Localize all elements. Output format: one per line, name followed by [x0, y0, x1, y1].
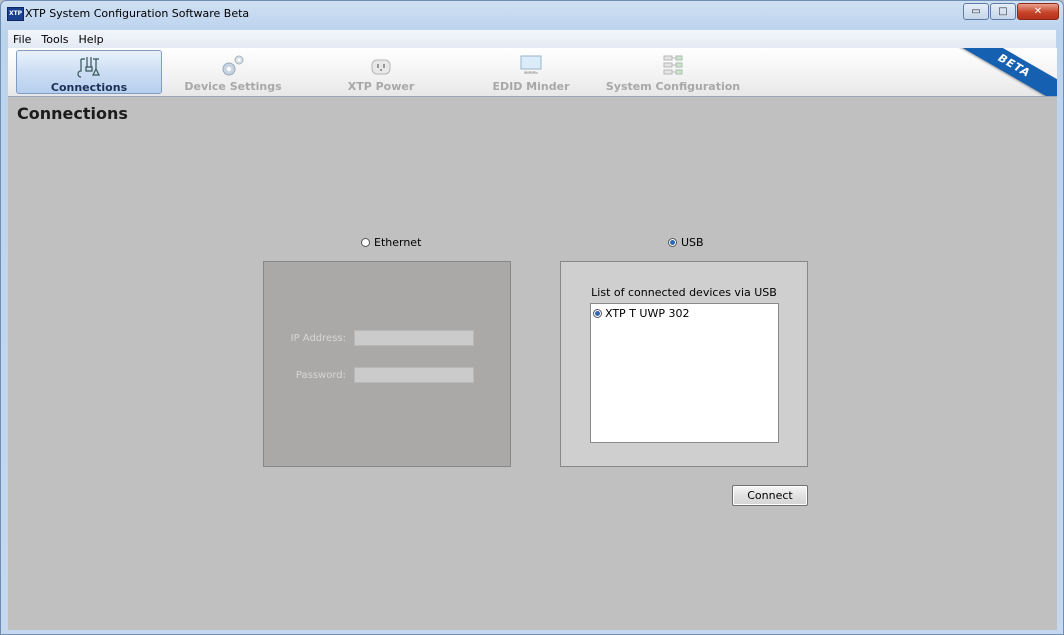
usb-radio-label: USB: [681, 236, 704, 249]
tab-connections[interactable]: Connections: [16, 50, 162, 94]
close-button[interactable]: ✕: [1017, 3, 1059, 20]
tab-connections-label: Connections: [50, 81, 128, 94]
main-toolbar: Connections Device Settings XTP Power ED…: [8, 48, 1057, 97]
menu-tools[interactable]: Tools: [36, 33, 73, 46]
network-icon: [663, 55, 683, 75]
ethernet-radio-option[interactable]: Ethernet: [361, 236, 421, 249]
ethernet-panel: IP Address: Password:: [263, 261, 511, 467]
page-title: Connections: [17, 104, 128, 123]
menu-bar: File Tools Help: [8, 30, 1056, 48]
usb-panel: List of connected devices via USB XTP T …: [560, 261, 808, 467]
ip-address-label: IP Address:: [290, 333, 346, 344]
app-logo-icon: XTP: [7, 7, 24, 21]
connections-icon: [77, 57, 100, 78]
ethernet-radio-label: Ethernet: [374, 236, 422, 249]
usb-radio[interactable]: [668, 238, 677, 247]
tab-device-settings[interactable]: Device Settings: [160, 50, 306, 94]
menu-file[interactable]: File: [8, 33, 36, 46]
tab-system-configuration-label: System Configuration: [605, 80, 741, 93]
power-plug-icon: [371, 59, 391, 75]
menu-help[interactable]: Help: [74, 33, 109, 46]
list-item[interactable]: XTP T UWP 302: [593, 307, 689, 320]
maximize-button[interactable]: □: [990, 3, 1016, 20]
ip-address-input[interactable]: [354, 330, 474, 346]
ethernet-radio[interactable]: [361, 238, 370, 247]
tab-device-settings-label: Device Settings: [184, 80, 282, 93]
tab-edid-minder-label: EDID Minder: [492, 80, 570, 93]
usb-radio-option[interactable]: USB: [668, 236, 704, 249]
usb-list-caption: List of connected devices via USB: [591, 286, 777, 299]
password-label: Password:: [295, 370, 346, 381]
usb-device-list[interactable]: XTP T UWP 302: [590, 303, 779, 443]
connect-button[interactable]: Connect: [732, 485, 808, 506]
window-controls: ▭ □ ✕: [963, 3, 1059, 20]
gears-icon: [222, 55, 244, 76]
beta-ribbon: BETA: [952, 48, 1057, 96]
device-radio[interactable]: [593, 309, 602, 318]
monitor-icon: [520, 55, 542, 74]
password-input[interactable]: [354, 367, 474, 383]
content-area: [8, 97, 1057, 630]
app-window: XTP XTP System Configuration Software Be…: [0, 0, 1064, 635]
title-bar[interactable]: XTP XTP System Configuration Software Be…: [1, 1, 1063, 29]
minimize-button[interactable]: ▭: [963, 3, 989, 20]
window-title: XTP System Configuration Software Beta: [25, 7, 250, 20]
tab-xtp-power-label: XTP Power: [347, 80, 415, 93]
tab-xtp-power[interactable]: XTP Power: [308, 50, 454, 94]
tab-system-configuration[interactable]: System Configuration: [600, 50, 746, 94]
tab-edid-minder[interactable]: EDID Minder: [458, 50, 604, 94]
device-name: XTP T UWP 302: [605, 307, 690, 320]
